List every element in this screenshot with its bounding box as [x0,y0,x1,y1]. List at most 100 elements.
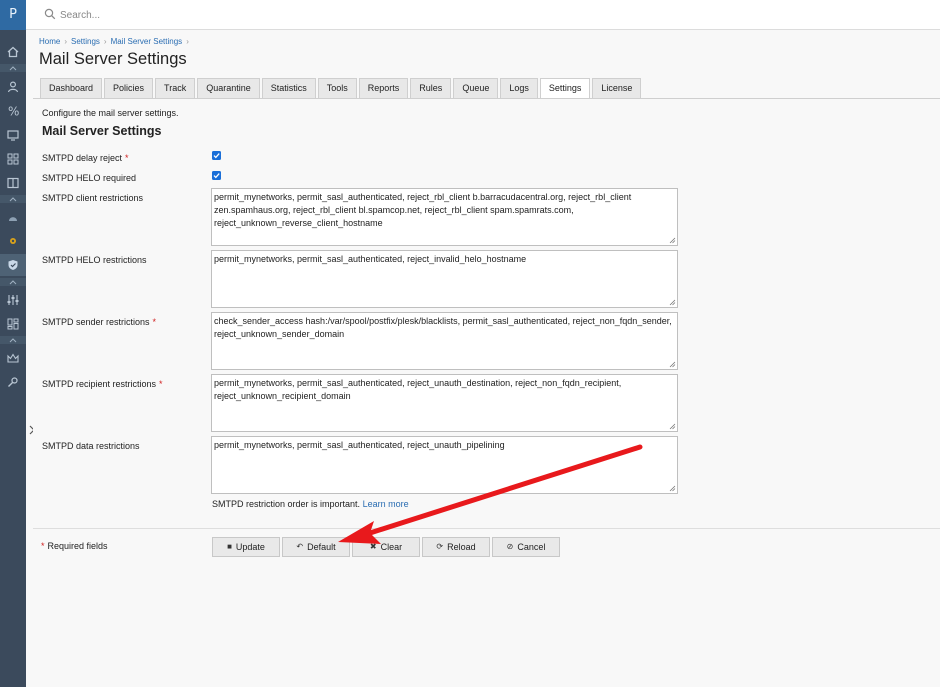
breadcrumb-separator: › [103,37,107,46]
breadcrumb-settings[interactable]: Settings [71,37,100,46]
undo-icon: ↶ [296,542,304,551]
clear-x-icon: ✖ [369,542,377,551]
required-star: * [159,379,163,389]
percent-icon[interactable]: % [5,103,21,119]
tab-dashboard[interactable]: Dashboard [40,78,103,98]
section-title: Mail Server Settings [42,124,162,138]
helo-restrictions-value: permit_mynetworks, permit_sasl_authentic… [214,254,527,264]
tab-logs[interactable]: Logs [500,78,538,98]
main-content: Home › Settings › Mail Server Settings › Mail… [33,31,940,687]
tab-license[interactable]: License [592,78,642,98]
client-restrictions-label: SMTPD client restrictions [42,193,144,203]
home-icon[interactable] [5,44,21,60]
tab-track[interactable]: Track [155,78,196,98]
breadcrumb-home[interactable]: Home [39,37,60,46]
hint-text: SMTPD restriction order is important. [212,499,361,509]
tab-rules[interactable]: Rules [410,78,452,98]
collapse-chevron-icon[interactable] [0,64,26,72]
delay-reject-label: SMTPD delay reject * [42,153,129,163]
recipient-restrictions-textarea[interactable]: permit_mynetworks, permit_sasl_authentic… [211,374,678,432]
cancel-button[interactable]: ⊘ Cancel [492,537,560,557]
update-button[interactable]: ■ Update [212,537,280,557]
sliders-icon[interactable] [5,292,21,308]
collapse-chevron-icon[interactable] [0,278,26,286]
restriction-order-hint: SMTPD restriction order is important. Le… [212,499,409,509]
search-icon [44,8,56,20]
reload-button[interactable]: ⟳ Reload [422,537,490,557]
delay-reject-checkbox[interactable] [212,151,221,160]
tab-quarantine[interactable]: Quarantine [197,78,260,98]
helo-required-label: SMTPD HELO required [42,173,137,183]
dome-icon[interactable] [5,210,21,226]
wrench-icon[interactable] [5,374,21,390]
cancel-icon: ⊘ [506,542,514,551]
breadcrumb-mail-server-settings[interactable]: Mail Server Settings [111,37,183,46]
required-star: * [125,153,129,163]
helo-restrictions-textarea[interactable]: permit_mynetworks, permit_sasl_authentic… [211,250,678,308]
update-button-label: Update [235,542,265,552]
breadcrumb: Home › Settings › Mail Server Settings › [39,37,193,46]
helo-required-checkbox[interactable] [212,171,221,180]
required-fields-text: Required fields [47,541,108,551]
book-icon[interactable] [5,175,21,191]
tab-settings[interactable]: Settings [539,78,591,99]
cancel-button-label: Cancel [517,542,546,552]
learn-more-link[interactable]: Learn more [363,499,409,509]
tab-policies[interactable]: Policies [104,78,154,98]
resize-grip-icon[interactable] [668,236,676,244]
monitor-icon[interactable] [5,127,21,143]
form-footer-divider [33,528,940,529]
sender-restrictions-textarea[interactable]: check_sender_access hash:/var/spool/post… [211,312,678,370]
clear-button-label: Clear [380,542,403,552]
recipient-restrictions-value: permit_mynetworks, permit_sasl_authentic… [214,378,622,401]
client-restrictions-textarea[interactable]: permit_mynetworks, permit_sasl_authentic… [211,188,678,246]
apps-grid-icon[interactable] [5,151,21,167]
tab-divider [33,98,940,99]
breadcrumb-separator: › [64,37,68,46]
sender-restrictions-label: SMTPD sender restrictions * [42,317,156,327]
required-fields-note: * Required fields [41,541,108,551]
client-restrictions-value: permit_mynetworks, permit_sasl_authentic… [214,192,632,228]
resize-grip-icon[interactable] [668,484,676,492]
tab-statistics[interactable]: Statistics [261,78,316,98]
delay-reject-label-text: SMTPD delay reject [42,153,123,163]
form-buttons: ■ Update ↶ Default ✖ Clear ⟳ Reload ⊘ Cancel [212,537,560,557]
default-button[interactable]: ↶ Default [282,537,350,557]
top-bar [26,0,940,30]
shield-icon[interactable] [5,257,21,273]
left-sidebar: P % [0,0,26,687]
dashboard-tiles-icon[interactable] [5,316,21,332]
app-logo[interactable]: P [0,0,26,30]
resize-grip-icon[interactable] [668,422,676,430]
tab-queue[interactable]: Queue [453,78,499,98]
page-title: Mail Server Settings [39,50,187,68]
reload-button-label: Reload [447,542,476,552]
sender-restrictions-value: check_sender_access hash:/var/spool/post… [214,316,672,339]
sender-restrictions-label-text: SMTPD sender restrictions [42,317,150,327]
resize-grip-icon[interactable] [668,360,676,368]
search-input[interactable] [60,6,360,24]
svg-text:%: % [8,105,19,119]
breadcrumb-separator: › [186,37,189,46]
recipient-restrictions-label: SMTPD recipient restrictions * [42,379,163,389]
tab-bar: Dashboard Policies Track Quarantine Stat… [40,78,642,99]
data-restrictions-textarea[interactable]: permit_mynetworks, permit_sasl_authentic… [211,436,678,494]
required-star: * [41,541,45,551]
data-restrictions-value: permit_mynetworks, permit_sasl_authentic… [214,440,505,450]
resize-grip-icon[interactable] [668,298,676,306]
required-star: * [152,317,157,327]
page-description: Configure the mail server settings. [42,108,179,118]
extension-icon[interactable] [5,233,21,249]
collapse-chevron-icon[interactable] [0,195,26,203]
crown-icon[interactable] [5,350,21,366]
data-restrictions-label: SMTPD data restrictions [42,441,140,451]
save-disk-icon: ■ [227,542,232,551]
tab-tools[interactable]: Tools [317,78,357,98]
tab-reports[interactable]: Reports [358,78,409,98]
reload-icon: ⟳ [436,542,444,551]
collapse-chevron-icon[interactable] [0,336,26,344]
recipient-restrictions-label-text: SMTPD recipient restrictions [42,379,157,389]
default-button-label: Default [307,542,336,552]
user-icon[interactable] [5,79,21,95]
clear-button[interactable]: ✖ Clear [352,537,420,557]
